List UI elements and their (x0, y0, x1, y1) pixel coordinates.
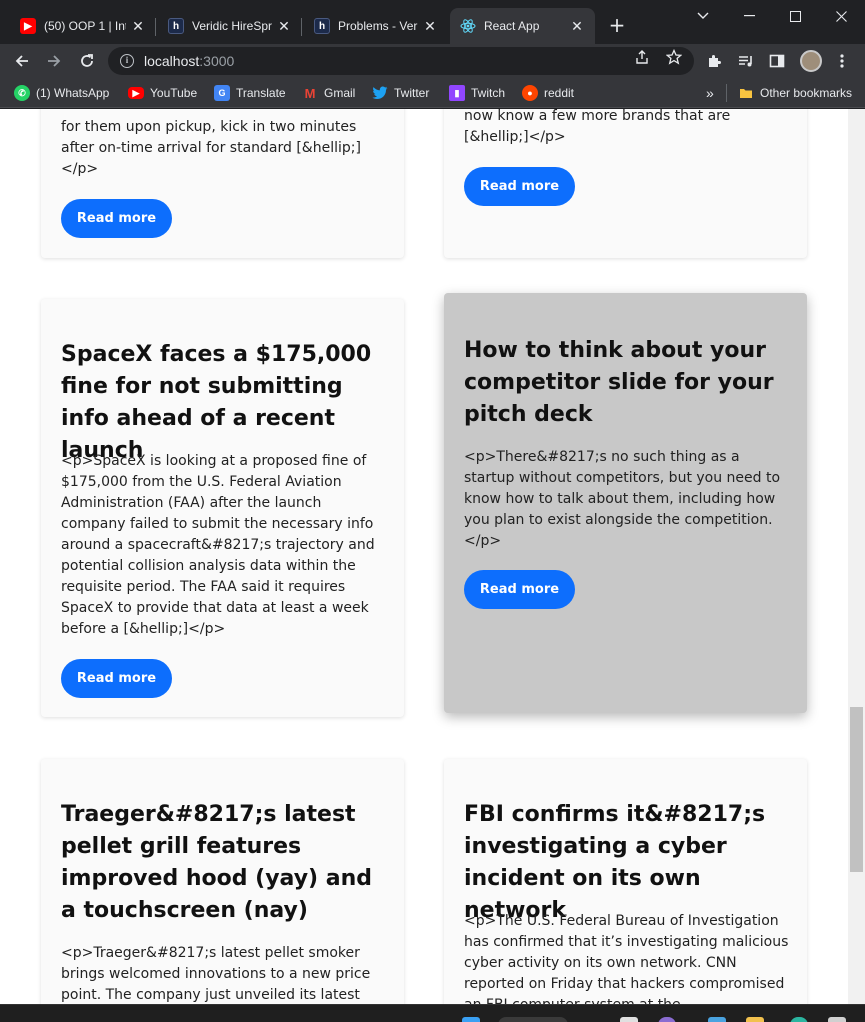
card-excerpt: for them upon pickup, kick in two minute… (61, 119, 361, 177)
menu-kebab-icon[interactable] (830, 49, 854, 73)
gmail-icon: M (304, 85, 316, 101)
close-icon[interactable]: ✕ (276, 18, 292, 35)
read-more-button[interactable]: Read more (61, 199, 172, 238)
translate-icon: G (214, 85, 230, 101)
close-window-button[interactable] (818, 0, 864, 32)
h-icon: h (168, 18, 184, 34)
taskbar-search[interactable] (498, 1017, 568, 1022)
card-excerpt: <p>There&#8217;s no such thing as a star… (464, 449, 781, 549)
page-viewport: for them upon pickup, kick in two minute… (0, 109, 848, 1004)
reload-button[interactable] (75, 49, 99, 73)
chat-icon[interactable] (658, 1017, 676, 1022)
extensions-icon[interactable] (702, 49, 726, 73)
bookmarks-divider (726, 84, 727, 102)
bookmark-label: Twitch (471, 86, 506, 100)
address-bar[interactable]: i localhost:3000 (108, 47, 694, 75)
close-icon[interactable]: ✕ (569, 18, 585, 35)
close-icon[interactable]: ✕ (422, 18, 438, 35)
twitter-icon (372, 85, 388, 101)
news-card-hovered[interactable]: How to think about your competitor slide… (444, 293, 807, 713)
os-taskbar (0, 1004, 865, 1022)
url-host: localhost (144, 53, 200, 69)
card-excerpt: <p>The U.S. Federal Bureau of Investigat… (464, 913, 789, 1004)
folder-icon (738, 85, 754, 101)
side-panel-icon[interactable] (765, 49, 789, 73)
tab-youtube[interactable]: ▶ (50) OOP 1 | Int ✕ (10, 8, 156, 44)
bookmarks-bar: ✆ (1) WhatsApp ▶ YouTube G Translate M G… (0, 78, 865, 108)
close-icon[interactable]: ✕ (130, 18, 146, 35)
bookmark-youtube[interactable]: ▶ YouTube (128, 84, 197, 102)
tab-search-icon[interactable] (680, 0, 726, 32)
bookmark-twitch[interactable]: ▮ Twitch (449, 84, 505, 102)
bookmark-label: Twitter (394, 86, 430, 100)
share-icon[interactable] (634, 49, 650, 69)
news-card: FBI confirms it&#8217;s investigating a … (444, 759, 807, 1004)
back-button[interactable] (10, 49, 34, 73)
other-bookmarks-label: Other bookmarks (760, 86, 853, 100)
youtube-icon: ▶ (128, 87, 144, 99)
minimize-button[interactable] (726, 0, 772, 32)
tab-title: (50) OOP 1 | Int (44, 19, 126, 33)
file-explorer-icon[interactable] (746, 1017, 764, 1022)
maximize-button[interactable] (772, 0, 818, 32)
other-bookmarks-folder[interactable]: Other bookmarks (738, 84, 852, 102)
scrollbar-thumb[interactable] (850, 707, 863, 872)
news-card: for them upon pickup, kick in two minute… (41, 109, 404, 258)
news-card: SpaceX faces a $175,000 fine for not sub… (41, 299, 404, 717)
bookmark-reddit[interactable]: ● reddit (522, 84, 574, 102)
card-excerpt: <p>Traeger&#8217;s latest pellet smoker … (61, 945, 371, 1003)
bookmark-star-icon[interactable] (665, 48, 683, 69)
profile-avatar[interactable] (800, 50, 822, 72)
card-title[interactable]: How to think about your competitor slide… (464, 335, 794, 431)
news-card: Traeger&#8217;s latest pellet grill feat… (41, 759, 404, 1004)
app-icon[interactable] (708, 1017, 726, 1022)
tab-react-app[interactable]: React App ✕ (450, 8, 595, 44)
tab-problems[interactable]: h Problems - Veri ✕ (304, 8, 448, 44)
bookmark-label: reddit (544, 86, 575, 100)
news-card: now know a few more brands that are [&he… (444, 109, 807, 258)
card-excerpt: now know a few more brands that are [&he… (464, 109, 731, 145)
whatsapp-icon: ✆ (14, 85, 30, 101)
bookmark-translate[interactable]: G Translate (214, 84, 286, 102)
forward-button[interactable] (42, 49, 66, 73)
bookmark-label: (1) WhatsApp (36, 86, 110, 100)
card-title[interactable]: SpaceX faces a $175,000 fine for not sub… (61, 339, 391, 467)
site-info-icon[interactable]: i (120, 54, 134, 68)
bookmark-label: YouTube (150, 86, 198, 100)
tab-title: Problems - Veri (338, 19, 418, 33)
youtube-icon: ▶ (20, 18, 36, 34)
h-icon: h (314, 18, 330, 34)
tab-title: Veridic HireSpri (192, 19, 272, 33)
tab-title: React App (484, 19, 540, 33)
task-view-icon[interactable] (620, 1017, 638, 1022)
bookmark-label: Gmail (324, 86, 356, 100)
bookmark-gmail[interactable]: M Gmail (302, 84, 356, 102)
reddit-icon: ● (522, 85, 538, 101)
read-more-button[interactable]: Read more (61, 659, 172, 698)
edge-icon[interactable] (790, 1017, 808, 1022)
url-port: :3000 (199, 53, 235, 69)
react-icon (460, 18, 476, 34)
read-more-button[interactable]: Read more (464, 570, 575, 609)
start-icon[interactable] (462, 1017, 480, 1022)
new-tab-button[interactable]: + (606, 14, 628, 36)
twitch-icon: ▮ (449, 85, 465, 101)
bookmark-whatsapp[interactable]: ✆ (1) WhatsApp (14, 84, 109, 102)
chrome-icon[interactable] (828, 1017, 846, 1022)
card-excerpt: <p>SpaceX is looking at a proposed fine … (61, 453, 375, 637)
media-control-icon[interactable] (734, 49, 758, 73)
bookmarks-overflow-button[interactable]: » (706, 84, 714, 102)
bookmark-label: Translate (236, 86, 286, 100)
tab-strip: ▶ (50) OOP 1 | Int ✕ h Veridic HireSpri … (0, 0, 865, 44)
card-title[interactable]: FBI confirms it&#8217;s investigating a … (464, 799, 794, 927)
overflow-label: » (706, 85, 714, 101)
read-more-button[interactable]: Read more (464, 167, 575, 206)
browser-toolbar: i localhost:3000 (0, 44, 865, 78)
bookmark-twitter[interactable]: Twitter (372, 84, 429, 102)
card-title[interactable]: Traeger&#8217;s latest pellet grill feat… (61, 799, 386, 927)
tab-veridic[interactable]: h Veridic HireSpri ✕ (158, 8, 302, 44)
